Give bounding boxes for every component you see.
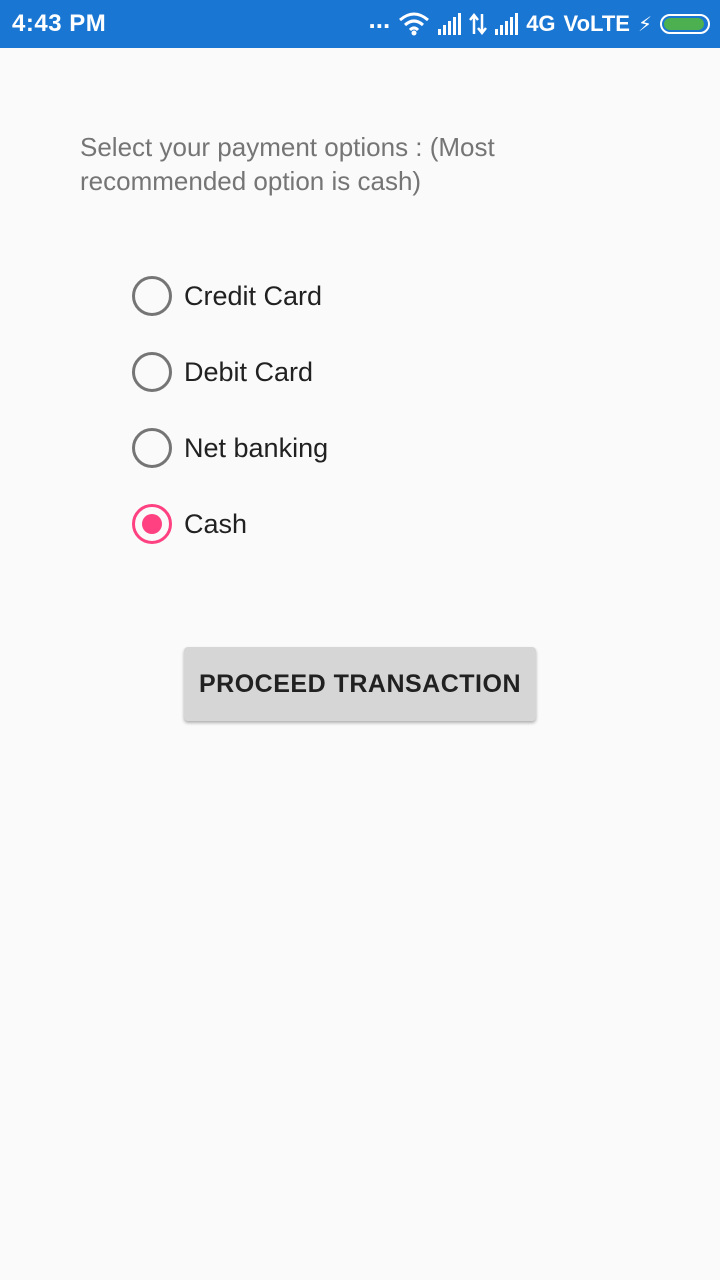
network-type-label: 4G bbox=[526, 11, 556, 36]
radio-label-net-banking: Net banking bbox=[184, 432, 329, 463]
radio-cash[interactable]: Cash bbox=[132, 486, 328, 562]
overflow-notifications-icon: ... bbox=[368, 4, 391, 34]
proceed-transaction-button[interactable]: PROCEED TRANSACTION bbox=[184, 647, 536, 721]
radio-label-debit-card: Debit Card bbox=[184, 356, 314, 387]
status-icons: ... 4G VoLTE ⚡ bbox=[369, 0, 710, 48]
data-arrows-icon bbox=[469, 12, 488, 36]
status-time: 4:43 PM bbox=[12, 10, 107, 37]
wifi-icon bbox=[399, 12, 430, 36]
radio-button-icon[interactable] bbox=[132, 276, 172, 316]
radio-label-credit-card: Credit Card bbox=[184, 280, 323, 311]
radio-credit-card[interactable]: Credit Card bbox=[132, 258, 328, 334]
radio-net-banking[interactable]: Net banking bbox=[132, 410, 328, 486]
radio-label-cash: Cash bbox=[184, 508, 248, 539]
radio-button-icon[interactable] bbox=[132, 504, 172, 544]
volte-label: VoLTE bbox=[563, 11, 630, 36]
radio-button-icon[interactable] bbox=[132, 428, 172, 468]
status-bar: 4:43 PM ... 4G VoLTE ⚡ bbox=[0, 0, 720, 48]
payment-options-group: Credit Card Debit Card Net banking Cash bbox=[132, 258, 328, 562]
radio-button-icon[interactable] bbox=[132, 352, 172, 392]
signal-icon bbox=[438, 13, 462, 35]
signal-icon bbox=[495, 13, 519, 35]
payment-prompt: Select your payment options : (Most reco… bbox=[80, 132, 495, 196]
radio-debit-card[interactable]: Debit Card bbox=[132, 334, 328, 410]
charging-icon: ⚡ bbox=[637, 13, 652, 36]
battery-icon bbox=[660, 14, 710, 34]
